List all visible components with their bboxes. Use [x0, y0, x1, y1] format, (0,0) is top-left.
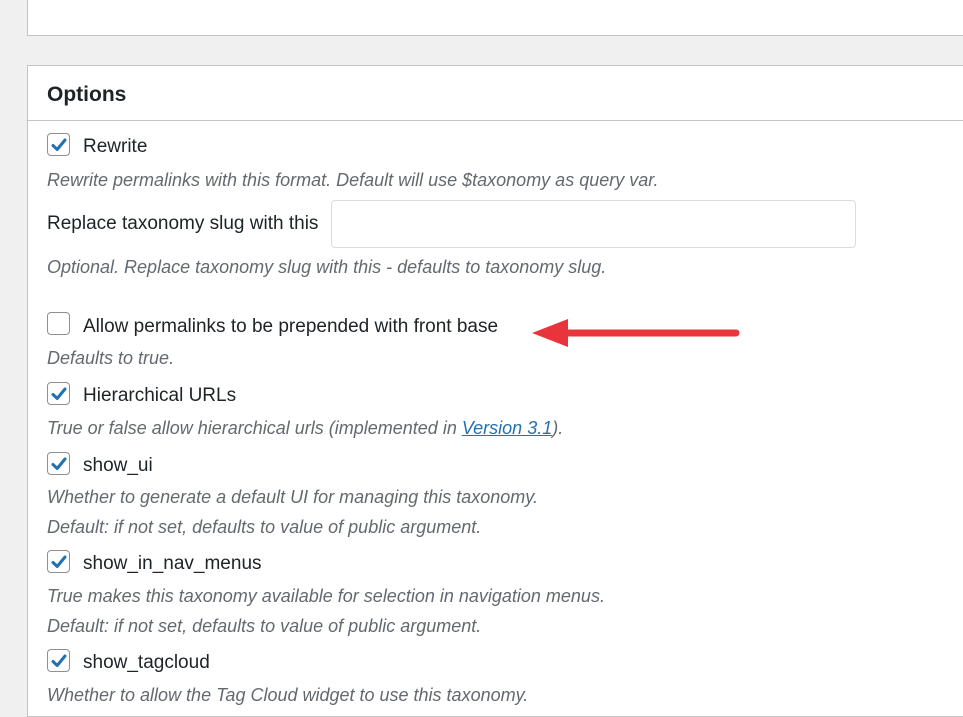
show-ui-checkbox[interactable]	[47, 452, 70, 475]
version-link[interactable]: Version 3.1	[462, 418, 552, 438]
options-header: Options	[28, 66, 963, 121]
show-ui-default: Default: if not set, defaults to value o…	[47, 517, 482, 537]
show-ui-label[interactable]: show_ui	[83, 455, 153, 477]
slug-label: Replace taxonomy slug with this	[47, 213, 319, 234]
front-base-description: Defaults to true.	[47, 348, 175, 368]
previous-section-panel	[27, 0, 963, 36]
show-in-nav-menus-label[interactable]: show_in_nav_menus	[83, 553, 262, 575]
show-ui-description: Whether to generate a default UI for man…	[47, 487, 538, 507]
checkmark-icon	[51, 555, 67, 568]
checkmark-icon	[51, 457, 67, 470]
hierarchical-description-end: ).	[552, 418, 564, 438]
rewrite-checkbox[interactable]	[47, 133, 70, 156]
rewrite-description: Rewrite permalinks with this format. Def…	[47, 170, 659, 190]
show-tagcloud-label[interactable]: show_tagcloud	[83, 652, 210, 674]
slug-input[interactable]	[331, 200, 856, 248]
hierarchical-description-text: True or false allow hierarchical urls (i…	[47, 418, 462, 438]
checkmark-icon	[51, 654, 67, 667]
show-in-nav-menus-default: Default: if not set, defaults to value o…	[47, 616, 482, 636]
show-tagcloud-checkbox[interactable]	[47, 649, 70, 672]
hierarchical-description: True or false allow hierarchical urls (i…	[47, 417, 563, 439]
rewrite-label[interactable]: Rewrite	[83, 136, 147, 158]
front-base-checkbox[interactable]	[47, 312, 70, 335]
hierarchical-label[interactable]: Hierarchical URLs	[83, 385, 236, 407]
slug-description: Optional. Replace taxonomy slug with thi…	[47, 257, 607, 277]
options-panel: Options Rewrite Rewrite permalinks with …	[27, 65, 963, 717]
show-in-nav-menus-description: True makes this taxonomy available for s…	[47, 586, 605, 606]
checkmark-icon	[51, 138, 67, 151]
show-in-nav-menus-checkbox[interactable]	[47, 550, 70, 573]
checkmark-icon	[51, 387, 67, 400]
hierarchical-checkbox[interactable]	[47, 382, 70, 405]
red-arrow-icon	[532, 319, 740, 347]
show-tagcloud-description: Whether to allow the Tag Cloud widget to…	[47, 685, 529, 705]
front-base-label[interactable]: Allow permalinks to be prepended with fr…	[83, 316, 498, 338]
section-title: Options	[47, 83, 127, 106]
